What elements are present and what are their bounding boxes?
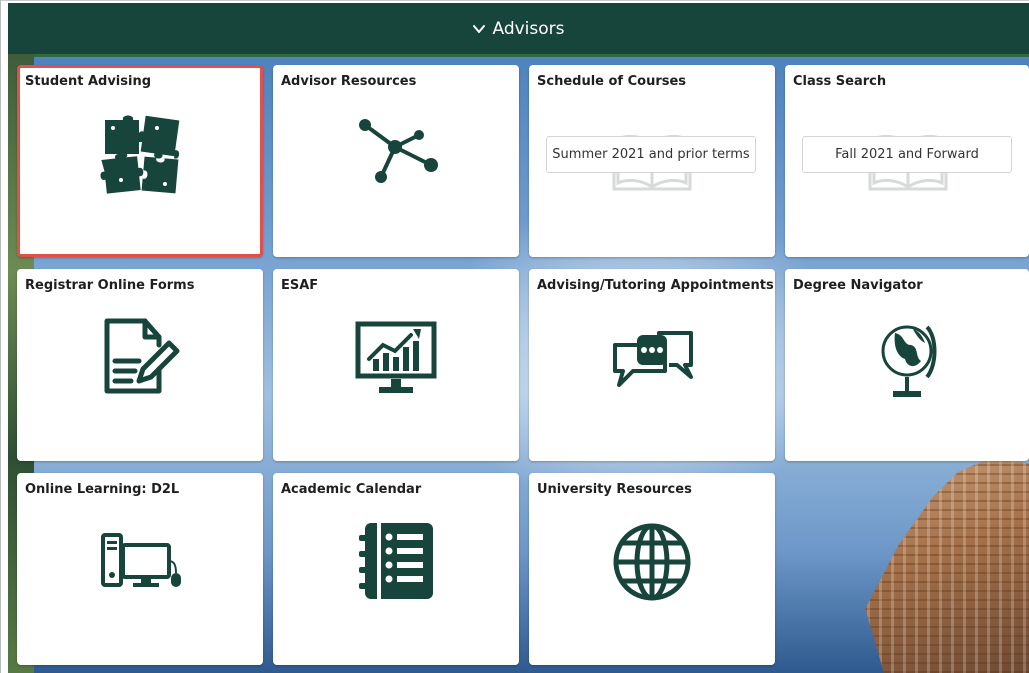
network-icon	[359, 119, 438, 183]
form-edit-icon	[104, 318, 180, 394]
tile-title: Class Search	[793, 74, 887, 89]
tile-advisor-resources[interactable]: Advisor Resources	[273, 65, 519, 257]
tile-title: Schedule of Courses	[537, 74, 687, 89]
tile-schedule-of-courses[interactable]: Schedule of Courses Summer 2021 and prio…	[529, 65, 775, 257]
tile-university-resources[interactable]: University Resources	[529, 473, 775, 665]
fall-2021-button[interactable]: Fall 2021 and Forward	[802, 136, 1012, 173]
computer-icon	[101, 533, 181, 587]
advisors-header[interactable]: Advisors	[8, 3, 1029, 54]
tile-student-advising[interactable]: Student Advising	[17, 65, 263, 257]
tile-title: ESAF	[281, 278, 319, 293]
tile-online-learning-d2l[interactable]: Online Learning: D2L	[17, 473, 263, 665]
tile-class-search[interactable]: Class Search Fall 2021 and Forward	[785, 65, 1029, 257]
tile-title: Academic Calendar	[281, 482, 422, 497]
puzzle-icon	[100, 115, 180, 194]
tile-title: Advising/Tutoring Appointments	[537, 278, 774, 293]
tile-advising-tutoring-appointments[interactable]: Advising/Tutoring Appointments	[529, 269, 775, 461]
tile-title: Registrar Online Forms	[25, 278, 195, 293]
chat-bubbles-icon	[613, 331, 693, 387]
tile-title: Online Learning: D2L	[25, 482, 180, 497]
tile-title: Degree Navigator	[793, 278, 923, 293]
tile-title: Student Advising	[25, 74, 152, 89]
notebook-list-icon	[359, 523, 433, 599]
tile-degree-navigator[interactable]: Degree Navigator	[785, 269, 1029, 461]
summer-2021-button[interactable]: Summer 2021 and prior terms	[546, 136, 756, 173]
globe-stand-icon	[881, 325, 937, 397]
globe-grid-icon	[613, 523, 691, 601]
chevron-down-icon	[473, 24, 486, 33]
tile-esaf[interactable]: ESAF	[273, 269, 519, 461]
tile-academic-calendar[interactable]: Academic Calendar	[273, 473, 519, 665]
building-tower	[865, 459, 1029, 673]
header-title: Advisors	[492, 18, 565, 39]
tile-title: Advisor Resources	[281, 74, 417, 89]
monitor-chart-icon	[355, 321, 437, 393]
tile-registrar-online-forms[interactable]: Registrar Online Forms	[17, 269, 263, 461]
tile-title: University Resources	[537, 482, 692, 497]
